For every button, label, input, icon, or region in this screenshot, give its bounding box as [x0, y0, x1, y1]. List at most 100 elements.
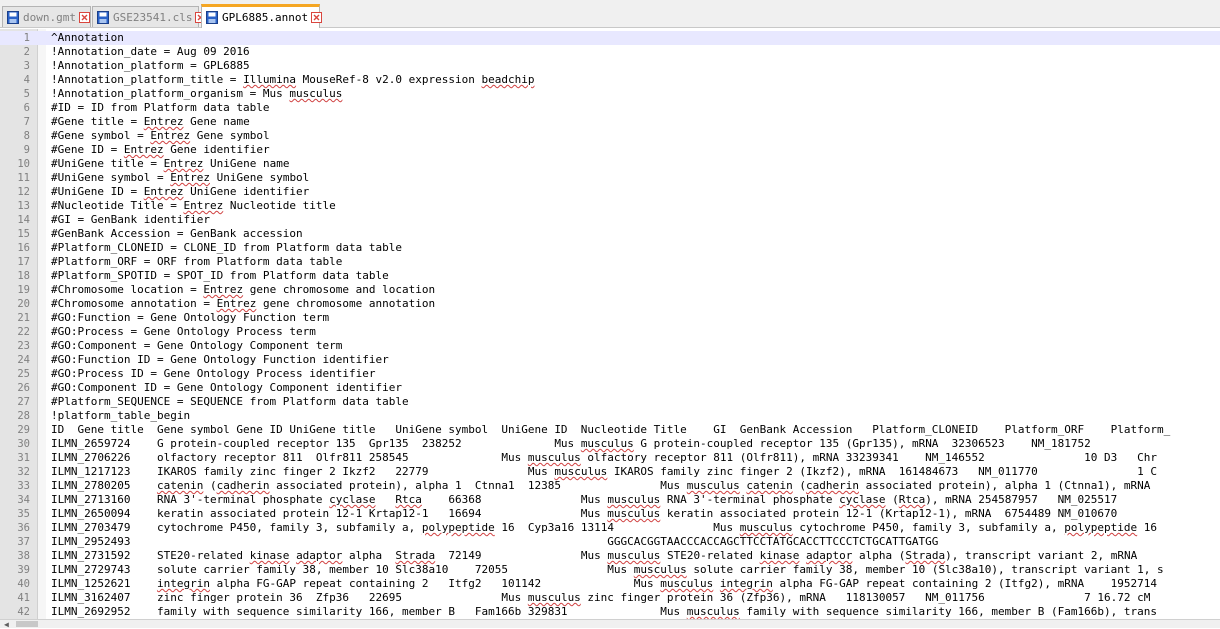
line-text[interactable]: ^Annotation	[51, 31, 124, 45]
editor-line[interactable]: 18 #Platform_SPOTID = SPOT_ID from Platfo…	[0, 269, 1220, 283]
line-text[interactable]: #Platform_SEQUENCE = SEQUENCE from Platf…	[51, 395, 409, 409]
horizontal-scrollbar[interactable]: ◀	[0, 619, 1220, 629]
text-editor[interactable]: 1 ^Annotation 2 !Annotation_date = Aug 09 2…	[0, 29, 1220, 619]
line-text[interactable]: ILMN_2706226 olfactory receptor 811 Olfr…	[51, 451, 1157, 465]
line-text[interactable]: #GO:Function ID = Gene Ontology Function…	[51, 353, 389, 367]
editor-line[interactable]: 27 #Platform_SEQUENCE = SEQUENCE from Pla…	[0, 395, 1220, 409]
editor-line[interactable]: 2 !Annotation_date = Aug 09 2016	[0, 45, 1220, 59]
editor-line[interactable]: 14 #GI = GenBank identifier	[0, 213, 1220, 227]
editor-line[interactable]: 42 ILMN_2692952 family with sequence simi…	[0, 605, 1220, 619]
line-text[interactable]: ID Gene title Gene symbol Gene ID UniGen…	[51, 423, 1170, 437]
line-text[interactable]: #GO:Component = Gene Ontology Component …	[51, 339, 342, 353]
line-text[interactable]: #Platform_CLONEID = CLONE_ID from Platfo…	[51, 241, 402, 255]
line-text[interactable]: #UniGene ID = Entrez UniGene identifier	[51, 185, 309, 199]
editor-line[interactable]: 3 !Annotation_platform = GPL6885	[0, 59, 1220, 73]
editor-line[interactable]: 20 #Chromosome annotation = Entrez gene c…	[0, 297, 1220, 311]
line-text[interactable]: ILMN_2729743 solute carrier family 38, m…	[51, 563, 1164, 577]
line-number: 37	[17, 536, 30, 548]
editor-line[interactable]: 8 #Gene symbol = Entrez Gene symbol	[0, 129, 1220, 143]
save-icon	[206, 11, 218, 24]
line-text[interactable]: ILMN_2650094 keratin associated protein …	[51, 507, 1117, 521]
editor-line[interactable]: 33 ILMN_2780205 catenin (cadherin associa…	[0, 479, 1220, 493]
line-text[interactable]: #Nucleotide Title = Entrez Nucleotide ti…	[51, 199, 336, 213]
line-text[interactable]: ILMN_2692952 family with sequence simila…	[51, 605, 1157, 619]
editor-line[interactable]: 23 #GO:Component = Gene Ontology Componen…	[0, 339, 1220, 353]
line-text[interactable]: #Platform_ORF = ORF from Platform data t…	[51, 255, 342, 269]
close-icon[interactable]	[78, 11, 90, 23]
editor-line[interactable]: 37 ILMN_2952493 GGGCACGGTAACCCACCAGCTTCCT…	[0, 535, 1220, 549]
editor-line[interactable]: 36 ILMN_2703479 cytochrome P450, family 3…	[0, 521, 1220, 535]
line-text[interactable]: !Annotation_platform_title = Illumina Mo…	[51, 73, 534, 87]
close-icon[interactable]	[311, 12, 323, 23]
editor-line[interactable]: 39 ILMN_2729743 solute carrier family 38,…	[0, 563, 1220, 577]
line-text[interactable]: #GO:Process ID = Gene Ontology Process i…	[51, 367, 376, 381]
line-text[interactable]: #Chromosome location = Entrez gene chrom…	[51, 283, 435, 297]
line-text[interactable]: ILMN_2713160 RNA 3'-terminal phosphate c…	[51, 493, 1117, 507]
editor-line[interactable]: 13 #Nucleotide Title = Entrez Nucleotide …	[0, 199, 1220, 213]
line-text[interactable]: #GI = GenBank identifier	[51, 213, 210, 227]
line-text[interactable]: #Platform_SPOTID = SPOT_ID from Platform…	[51, 269, 389, 283]
editor-line[interactable]: 17 #Platform_ORF = ORF from Platform data…	[0, 255, 1220, 269]
editor-line[interactable]: 41 ILMN_3162407 zinc finger protein 36 Zf…	[0, 591, 1220, 605]
line-text[interactable]: ILMN_2731592 STE20-related kinase adapto…	[51, 549, 1137, 563]
line-number: 35	[17, 508, 30, 520]
line-text[interactable]: #ID = ID from Platform data table	[51, 101, 270, 115]
editor-line[interactable]: 31 ILMN_2706226 olfactory receptor 811 Ol…	[0, 451, 1220, 465]
editor-line[interactable]: 21 #GO:Function = Gene Ontology Function …	[0, 311, 1220, 325]
line-text[interactable]: ILMN_2659724 G protein-coupled receptor …	[51, 437, 1091, 451]
editor-line[interactable]: 5 !Annotation_platform_organism = Mus mus…	[0, 87, 1220, 101]
editor-line[interactable]: 12 #UniGene ID = Entrez UniGene identifie…	[0, 185, 1220, 199]
editor-line[interactable]: 22 #GO:Process = Gene Ontology Process te…	[0, 325, 1220, 339]
line-text[interactable]: #Chromosome annotation = Entrez gene chr…	[51, 297, 435, 311]
line-text[interactable]: #GO:Function = Gene Ontology Function te…	[51, 311, 329, 325]
scrollbar-thumb[interactable]	[16, 621, 38, 627]
editor-line[interactable]: 40 ILMN_1252621 integrin alpha FG-GAP rep…	[0, 577, 1220, 591]
line-number: 8	[23, 130, 30, 142]
line-number: 21	[17, 312, 30, 324]
editor-line[interactable]: 24 #GO:Function ID = Gene Ontology Functi…	[0, 353, 1220, 367]
line-text[interactable]: ILMN_3162407 zinc finger protein 36 Zfp3…	[51, 591, 1150, 605]
editor-line[interactable]: 25 #GO:Process ID = Gene Ontology Process…	[0, 367, 1220, 381]
editor-line[interactable]: 11 #UniGene symbol = Entrez UniGene symbo…	[0, 171, 1220, 185]
line-text[interactable]: !Annotation_platform = GPL6885	[51, 59, 250, 73]
editor-line[interactable]: 9 #Gene ID = Entrez Gene identifier	[0, 143, 1220, 157]
line-text[interactable]: #Gene symbol = Entrez Gene symbol	[51, 129, 270, 143]
line-number: 25	[17, 368, 30, 380]
editor-line[interactable]: 26 #GO:Component ID = Gene Ontology Compo…	[0, 381, 1220, 395]
tab-gpl6885-annot[interactable]: GPL6885.annot	[201, 4, 323, 28]
editor-line[interactable]: 1 ^Annotation	[0, 31, 1220, 45]
line-text[interactable]: ILMN_2703479 cytochrome P450, family 3, …	[51, 521, 1157, 535]
line-number: 40	[17, 578, 30, 590]
line-number: 18	[17, 270, 30, 282]
line-text[interactable]: #Gene ID = Entrez Gene identifier	[51, 143, 270, 157]
editor-line[interactable]: 10 #UniGene title = Entrez UniGene name	[0, 157, 1220, 171]
line-text[interactable]: ILMN_1252621 integrin alpha FG-GAP repea…	[51, 577, 1157, 591]
line-text[interactable]: #UniGene symbol = Entrez UniGene symbol	[51, 171, 309, 185]
line-text[interactable]: !platform_table_begin	[51, 409, 190, 423]
editor-line[interactable]: 30 ILMN_2659724 G protein-coupled recepto…	[0, 437, 1220, 451]
editor-line[interactable]: 16 #Platform_CLONEID = CLONE_ID from Plat…	[0, 241, 1220, 255]
tab-gse23541-cls[interactable]: GSE23541.cls	[92, 6, 207, 27]
line-text[interactable]: ILMN_2780205 catenin (cadherin associate…	[51, 479, 1150, 493]
editor-line[interactable]: 4 !Annotation_platform_title = Illumina M…	[0, 73, 1220, 87]
editor-line[interactable]: 29 ID Gene title Gene symbol Gene ID UniG…	[0, 423, 1220, 437]
editor-line[interactable]: 19 #Chromosome location = Entrez gene chr…	[0, 283, 1220, 297]
editor-line[interactable]: 7 #Gene title = Entrez Gene name	[0, 115, 1220, 129]
line-text[interactable]: ILMN_2952493 GGGCACGGTAACCCACCAGCTTCCTAT…	[51, 535, 938, 549]
editor-line[interactable]: 15 #GenBank Accession = GenBank accession	[0, 227, 1220, 241]
line-text[interactable]: !Annotation_date = Aug 09 2016	[51, 45, 250, 59]
editor-line[interactable]: 32 ILMN_1217123 IKAROS family zinc finger…	[0, 465, 1220, 479]
line-text[interactable]: !Annotation_platform_organism = Mus musc…	[51, 87, 342, 101]
line-text[interactable]: ILMN_1217123 IKAROS family zinc finger 2…	[51, 465, 1157, 479]
line-text[interactable]: #Gene title = Entrez Gene name	[51, 115, 250, 129]
editor-line[interactable]: 6 #ID = ID from Platform data table	[0, 101, 1220, 115]
line-text[interactable]: #GO:Process = Gene Ontology Process term	[51, 325, 316, 339]
editor-line[interactable]: 35 ILMN_2650094 keratin associated protei…	[0, 507, 1220, 521]
line-text[interactable]: #UniGene title = Entrez UniGene name	[51, 157, 289, 171]
editor-line[interactable]: 28 !platform_table_begin	[0, 409, 1220, 423]
line-text[interactable]: #GenBank Accession = GenBank accession	[51, 227, 303, 241]
tab-down-gmt[interactable]: down.gmt	[2, 6, 91, 27]
line-text[interactable]: #GO:Component ID = Gene Ontology Compone…	[51, 381, 402, 395]
editor-line[interactable]: 38 ILMN_2731592 STE20-related kinase adap…	[0, 549, 1220, 563]
editor-line[interactable]: 34 ILMN_2713160 RNA 3'-terminal phosphate…	[0, 493, 1220, 507]
